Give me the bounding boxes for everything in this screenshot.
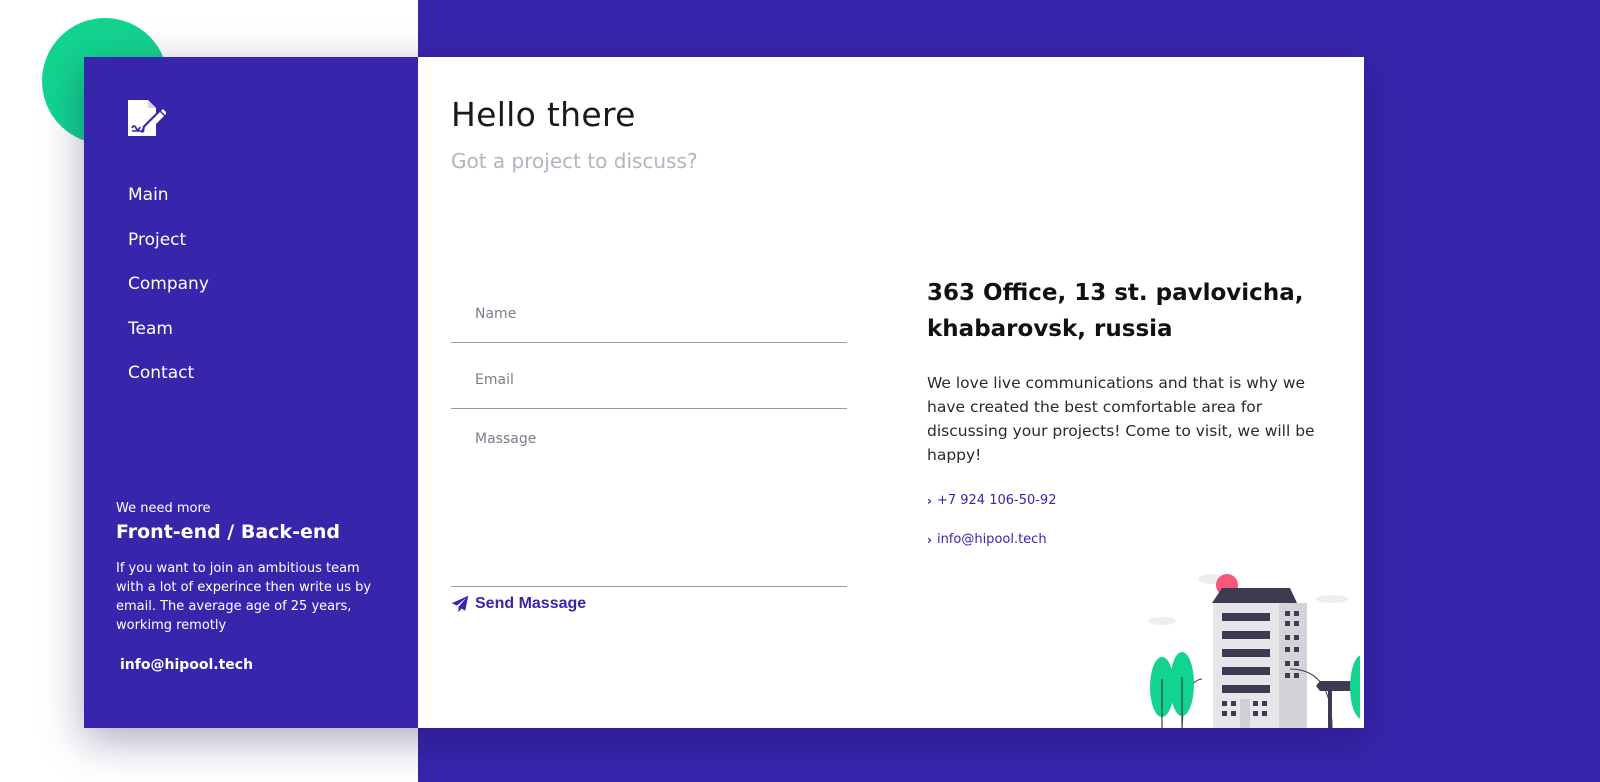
paper-plane-icon [451,595,469,613]
phone-number: +7 924 106-50-92 [936,493,1057,508]
name-input[interactable] [451,277,847,343]
hiring-kicker: We need more [116,501,211,516]
nav-item-contact[interactable]: Contact [128,363,209,408]
office-building-illustration [1148,574,1360,728]
hiring-text: If you want to join an ambitious team wi… [116,561,372,633]
phone-link[interactable]: › +7 924 106-50-92 [927,493,1317,508]
email-input[interactable] [451,343,847,409]
document-signature-icon[interactable] [128,100,166,136]
main-panel: Hello there Got a project to discuss? Se… [418,57,1364,728]
nav-item-company[interactable]: Company [128,274,209,319]
send-message-button[interactable]: Send Massage [451,595,586,613]
contact-form [451,277,847,587]
message-textarea[interactable] [451,409,847,587]
hiring-email-link[interactable]: info@hipool.tech [120,657,253,673]
contact-info: 363 Office, 13 st. pavlovicha, khabarovs… [927,275,1317,547]
contact-card: Main Project Company Team Contact We nee… [84,57,1364,728]
office-address: 363 Office, 13 st. pavlovicha, khabarovs… [927,280,1304,342]
email-address: info@hipool.tech [936,532,1047,547]
page-title: Hello there [451,95,636,134]
nav-item-project[interactable]: Project [128,230,209,275]
sidebar: Main Project Company Team Contact We nee… [84,57,418,728]
send-message-label: Send Massage [475,595,587,612]
hiring-title: Front-end / Back-end [116,521,340,543]
chevron-right-icon: › [927,532,932,547]
chevron-right-icon: › [927,493,932,508]
nav-item-team[interactable]: Team [128,319,209,364]
page-subtitle: Got a project to discuss? [451,149,698,173]
nav-item-main[interactable]: Main [128,185,209,230]
send-row: Send Massage [451,595,586,613]
email-link[interactable]: › info@hipool.tech [927,532,1317,547]
info-blurb: We love live communications and that is … [927,374,1315,464]
hiring-block: We need more Front-end / Back-end If you… [116,501,386,674]
main-nav: Main Project Company Team Contact [128,185,209,408]
